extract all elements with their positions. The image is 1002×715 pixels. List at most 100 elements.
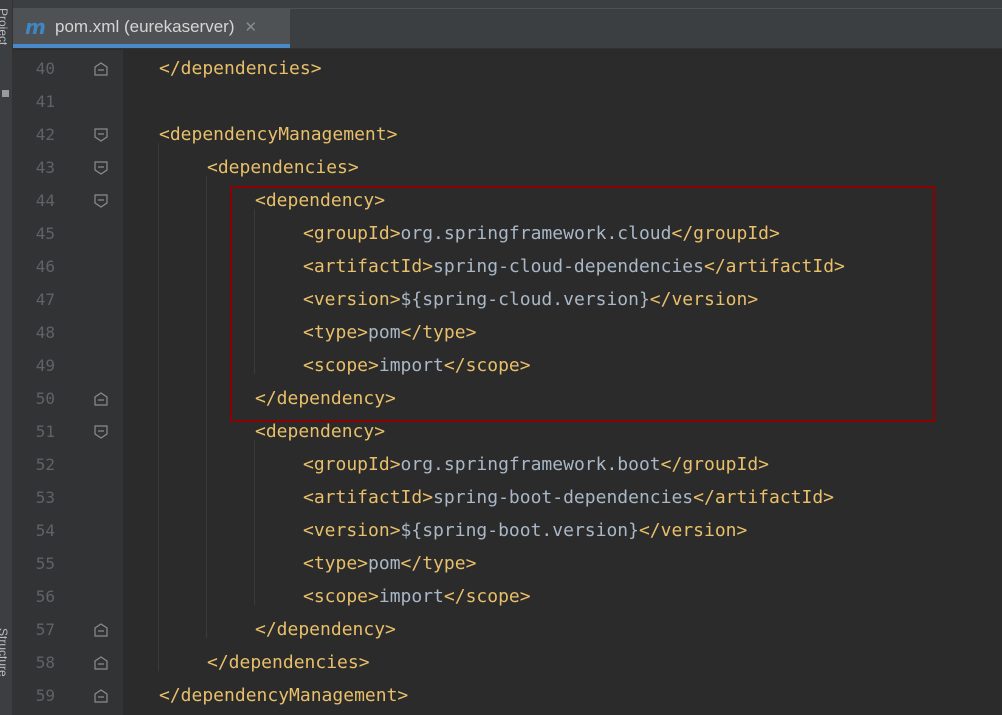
xml-tag-close: </artifactId> — [693, 487, 835, 508]
code-line[interactable]: 41 — [13, 85, 1002, 118]
xml-text: org.springframework.cloud — [400, 223, 672, 244]
code-line[interactable]: 58 </dependencies> — [13, 646, 1002, 679]
xml-text: ${spring-cloud.version} — [400, 289, 650, 310]
xml-tag-open: <artifactId> — [303, 256, 434, 277]
xml-tag-close: </version> — [649, 289, 759, 310]
code-text: <version>${spring-cloud.version}</versio… — [303, 283, 758, 316]
code-line[interactable]: 48 <type>pom</type> — [13, 316, 1002, 349]
code-text: </dependencyManagement> — [159, 679, 408, 712]
code-text: <dependency> — [255, 184, 385, 217]
fold-start-icon[interactable] — [93, 127, 109, 143]
xml-text: spring-boot-dependencies — [433, 487, 694, 508]
xml-tag-open: </dependency> — [255, 619, 396, 640]
xml-tag-close: </scope> — [443, 586, 531, 607]
xml-tag-open: <dependency> — [255, 190, 386, 211]
fold-end-icon[interactable] — [93, 391, 109, 407]
code-line[interactable]: 56 <scope>import</scope> — [13, 580, 1002, 613]
project-tool-label[interactable]: Project — [0, 8, 10, 45]
code-text: </dependencies> — [207, 646, 370, 679]
code-line[interactable]: 49 <scope>import</scope> — [13, 349, 1002, 382]
code-line[interactable]: 47 <version>${spring-cloud.version}</vers… — [13, 283, 1002, 316]
xml-tag-open: <type> — [303, 553, 369, 574]
tool-window-strip: Project Structure — [0, 0, 13, 715]
xml-tag-open: <dependencyManagement> — [159, 124, 398, 145]
code-line[interactable]: 46 <artifactId>spring-cloud-dependencies<… — [13, 250, 1002, 283]
fold-start-icon[interactable] — [93, 193, 109, 209]
code-line[interactable]: 53 <artifactId>spring-boot-dependencies</… — [13, 481, 1002, 514]
code-text: <groupId>org.springframework.boot</group… — [303, 448, 769, 481]
xml-tag-open: </dependencies> — [159, 58, 322, 79]
line-number: 47 — [35, 290, 55, 309]
code-text: <version>${spring-boot.version}</version… — [303, 514, 747, 547]
xml-text: pom — [368, 553, 401, 574]
xml-tag-open: <dependency> — [255, 421, 386, 442]
close-icon[interactable]: ✕ — [245, 18, 258, 36]
line-number: 40 — [35, 59, 55, 78]
line-number: 46 — [35, 257, 55, 276]
xml-text: ${spring-boot.version} — [400, 520, 639, 541]
project-tool-icon[interactable] — [2, 90, 9, 97]
fold-end-icon[interactable] — [93, 655, 109, 671]
code-line[interactable]: 52 <groupId>org.springframework.boot</gro… — [13, 448, 1002, 481]
line-number: 41 — [35, 92, 55, 111]
xml-text: org.springframework.boot — [400, 454, 661, 475]
fold-start-icon[interactable] — [93, 424, 109, 440]
code-line[interactable]: 54 <version>${spring-boot.version}</versi… — [13, 514, 1002, 547]
xml-tag-close: </groupId> — [660, 454, 770, 475]
line-number: 49 — [35, 356, 55, 375]
line-number: 43 — [35, 158, 55, 177]
xml-tag-close: </artifactId> — [703, 256, 845, 277]
fold-end-icon[interactable] — [93, 622, 109, 638]
xml-tag-close: </version> — [638, 520, 748, 541]
xml-tag-open: <version> — [303, 520, 401, 541]
fold-end-icon[interactable] — [93, 688, 109, 704]
code-line[interactable]: 43 <dependencies> — [13, 151, 1002, 184]
xml-tag-open: </dependencyManagement> — [159, 685, 409, 706]
xml-text: import — [378, 586, 444, 607]
line-number: 58 — [35, 653, 55, 672]
line-number: 44 — [35, 191, 55, 210]
code-text: <scope>import</scope> — [303, 349, 531, 382]
code-line[interactable]: 51 <dependency> — [13, 415, 1002, 448]
code-text: </dependency> — [255, 382, 396, 415]
tab-pom-xml[interactable]: m pom.xml (eurekaserver) ✕ — [13, 9, 290, 48]
line-number: 52 — [35, 455, 55, 474]
xml-tag-open: <dependencies> — [207, 157, 359, 178]
code-editor[interactable]: 40 </dependencies> 41 42 <dependencyManageme… — [13, 50, 1002, 715]
code-text: <type>pom</type> — [303, 547, 476, 580]
line-number: 48 — [35, 323, 55, 342]
code-text: <artifactId>spring-cloud-dependencies</a… — [303, 250, 845, 283]
line-number: 56 — [35, 587, 55, 606]
xml-tag-open: <groupId> — [303, 454, 401, 475]
code-line[interactable]: 55 <type>pom</type> — [13, 547, 1002, 580]
xml-tag-close: </groupId> — [671, 223, 780, 244]
line-number: 53 — [35, 488, 55, 507]
code-line[interactable]: 57 </dependency> — [13, 613, 1002, 646]
editor-tab-bar: m pom.xml (eurekaserver) ✕ — [13, 0, 1002, 49]
structure-tool-label[interactable]: Structure — [0, 628, 10, 677]
xml-tag-open: <artifactId> — [303, 487, 434, 508]
code-text: <artifactId>spring-boot-dependencies</ar… — [303, 481, 834, 514]
code-line[interactable]: 59 </dependencyManagement> — [13, 679, 1002, 712]
code-line[interactable]: 44 <dependency> — [13, 184, 1002, 217]
code-text: </dependencies> — [159, 52, 322, 85]
xml-tag-open: <groupId> — [303, 223, 401, 244]
code-line[interactable]: 45 <groupId>org.springframework.cloud</gr… — [13, 217, 1002, 250]
code-text: <scope>import</scope> — [303, 580, 531, 613]
line-number: 51 — [35, 422, 55, 441]
line-number: 57 — [35, 620, 55, 639]
code-text: <dependency> — [255, 415, 385, 448]
line-number: 45 — [35, 224, 55, 243]
xml-text: import — [378, 355, 444, 376]
code-line[interactable]: 50 </dependency> — [13, 382, 1002, 415]
fold-start-icon[interactable] — [93, 160, 109, 176]
code-line[interactable]: 42 <dependencyManagement> — [13, 118, 1002, 151]
code-text: <type>pom</type> — [303, 316, 476, 349]
code-line[interactable]: 40 </dependencies> — [13, 52, 1002, 85]
xml-tag-open: <scope> — [303, 586, 379, 607]
xml-tag-open: <scope> — [303, 355, 379, 376]
xml-tag-open: <version> — [303, 289, 401, 310]
code-text: </dependency> — [255, 613, 396, 646]
xml-text: pom — [368, 322, 401, 343]
fold-end-icon[interactable] — [93, 61, 109, 77]
